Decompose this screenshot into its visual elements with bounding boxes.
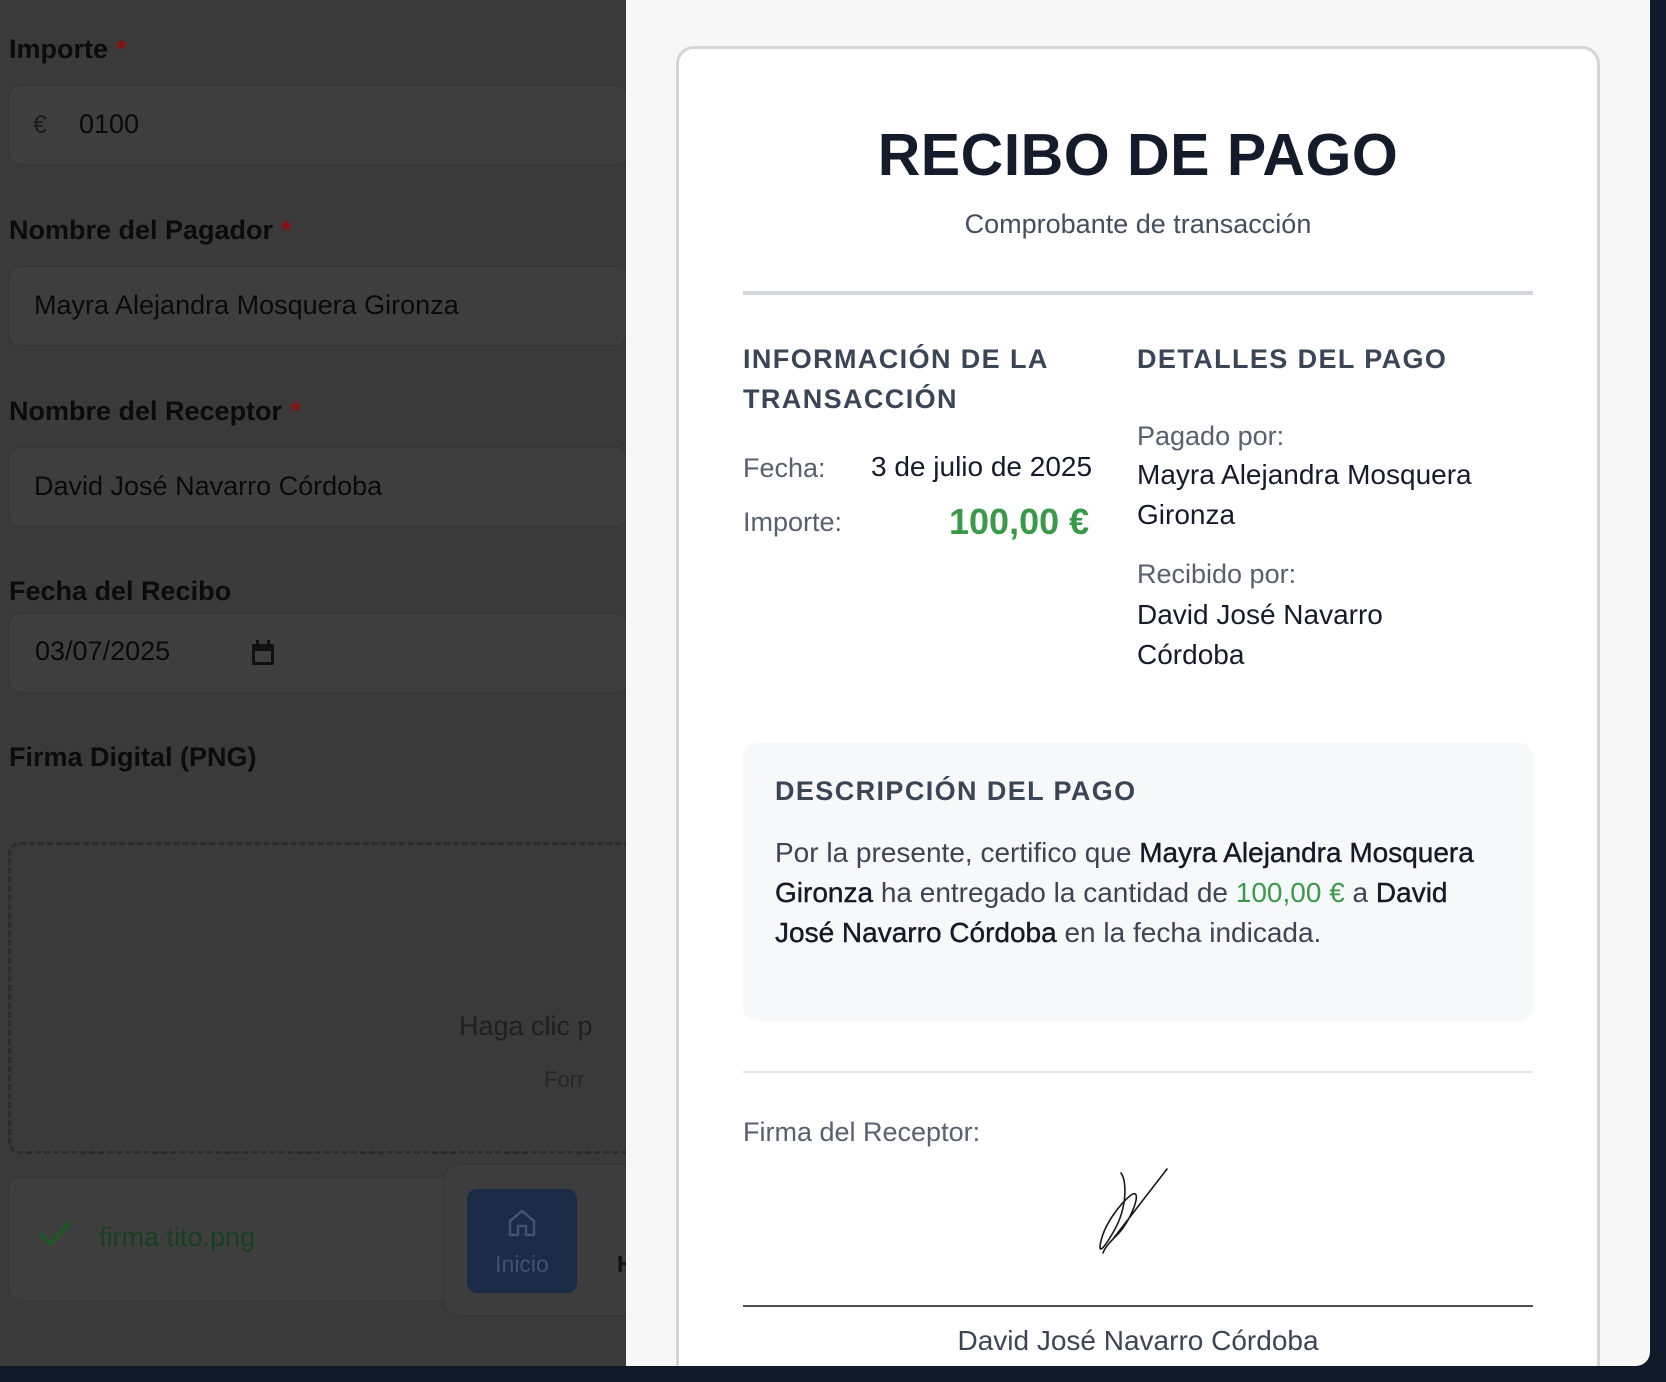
- signature-image: [1099, 1168, 1168, 1254]
- payer-input[interactable]: Mayra Alejandra Mosquera Gironza: [8, 266, 628, 346]
- paid-by-value: Mayra Alejandra Mosquera Gironza: [1137, 455, 1472, 535]
- date-value: 3 de julio de 2025: [871, 451, 1093, 482]
- receipt-card: RECIBO DE PAGO Comprobante de transacció…: [676, 46, 1600, 1366]
- signature-label: Firma Digital (PNG): [9, 742, 257, 773]
- paid-by-line1: Mayra Alejandra Mosquera: [1137, 459, 1472, 490]
- signature-name: David José Navarro Córdoba: [957, 1325, 1319, 1356]
- currency-symbol: €: [33, 111, 47, 139]
- date-label: Fecha:: [743, 453, 826, 483]
- dropzone-text: Haga clic p: [459, 1011, 593, 1041]
- calendar-icon[interactable]: [251, 640, 275, 671]
- details-heading: DETALLES DEL PAGO: [1137, 344, 1448, 374]
- transaction-heading: INFORMACIÓN DE LA TRANSACCIÓN: [743, 339, 1049, 419]
- amount-label: Importe:: [743, 507, 843, 537]
- amount-value: 100,00 €: [949, 501, 1090, 542]
- received-by-value: David José Navarro Córdoba: [1137, 595, 1383, 675]
- required-marker: *: [281, 215, 292, 245]
- receipt-preview-panel: RECIBO DE PAGO Comprobante de transacció…: [626, 0, 1650, 1366]
- amount-label: Importe *: [9, 34, 127, 65]
- nav-home-button[interactable]: Inicio: [467, 1189, 577, 1293]
- description-part: Por la presente, certifico que: [775, 837, 1140, 868]
- receiver-label-text: Nombre del Receptor: [9, 396, 283, 426]
- signature-line: [743, 1305, 1533, 1307]
- date-label: Fecha del Recibo: [9, 576, 231, 607]
- signature-dropzone[interactable]: Haga clic p Forr: [8, 842, 648, 1154]
- receiver-value: David José Navarro Córdoba: [34, 471, 383, 501]
- paid-by-label: Pagado por:: [1137, 421, 1285, 451]
- amount-value: 0100: [79, 109, 140, 139]
- required-marker: *: [116, 34, 127, 64]
- file-name: firma tito.png: [99, 1222, 256, 1252]
- received-by-label: Recibido por:: [1137, 559, 1297, 589]
- payer-label-text: Nombre del Pagador: [9, 215, 274, 245]
- app-window: Importe * € 0100 Nombre del Pagador * Mayr…: [0, 0, 1650, 1366]
- description-text: Por la presente, certifico que Mayra Ale…: [775, 833, 1495, 953]
- receipt-subtitle: Comprobante de transacción: [964, 209, 1312, 239]
- payer-value: Mayra Alejandra Mosquera Gironza: [34, 290, 459, 320]
- signature-divider: [743, 1071, 1533, 1073]
- description-heading: DESCRIPCIÓN DEL PAGO: [775, 776, 1137, 806]
- description-box: DESCRIPCIÓN DEL PAGO Por la presente, ce…: [743, 743, 1533, 1021]
- paid-by-line2: Gironza: [1137, 499, 1236, 530]
- received-by-line2: Córdoba: [1137, 639, 1245, 670]
- receiver-label: Nombre del Receptor *: [9, 396, 301, 427]
- date-input[interactable]: 03/07/2025: [8, 613, 628, 693]
- check-icon: [37, 1218, 73, 1253]
- payer-label: Nombre del Pagador *: [9, 215, 292, 246]
- required-marker: *: [290, 396, 301, 426]
- receipt-title: RECIBO DE PAGO: [877, 122, 1399, 188]
- amount-input[interactable]: € 0100: [8, 85, 628, 165]
- description-amount: 100,00 €: [1235, 877, 1345, 908]
- date-value: 03/07/2025: [35, 636, 171, 666]
- dropzone-hint: Forr: [544, 1067, 585, 1092]
- transaction-heading-line2: TRANSACCIÓN: [743, 384, 958, 414]
- amount-label-text: Importe: [9, 34, 109, 64]
- signature-label-text: Firma Digital (PNG): [9, 742, 257, 772]
- nav-home-label: Inicio: [495, 1251, 549, 1277]
- signature-label: Firma del Receptor:: [743, 1117, 981, 1147]
- description-part: en la fecha indicada.: [1056, 917, 1322, 948]
- title-divider: [743, 291, 1533, 295]
- description-part: ha entregado la cantidad de: [873, 877, 1236, 908]
- description-part: a: [1344, 877, 1376, 908]
- date-label-text: Fecha del Recibo: [9, 576, 232, 606]
- receiver-input[interactable]: David José Navarro Córdoba: [8, 447, 628, 527]
- received-by-line1: David José Navarro: [1137, 599, 1383, 630]
- transaction-heading-line1: INFORMACIÓN DE LA: [743, 344, 1049, 374]
- home-icon: [506, 1207, 538, 1244]
